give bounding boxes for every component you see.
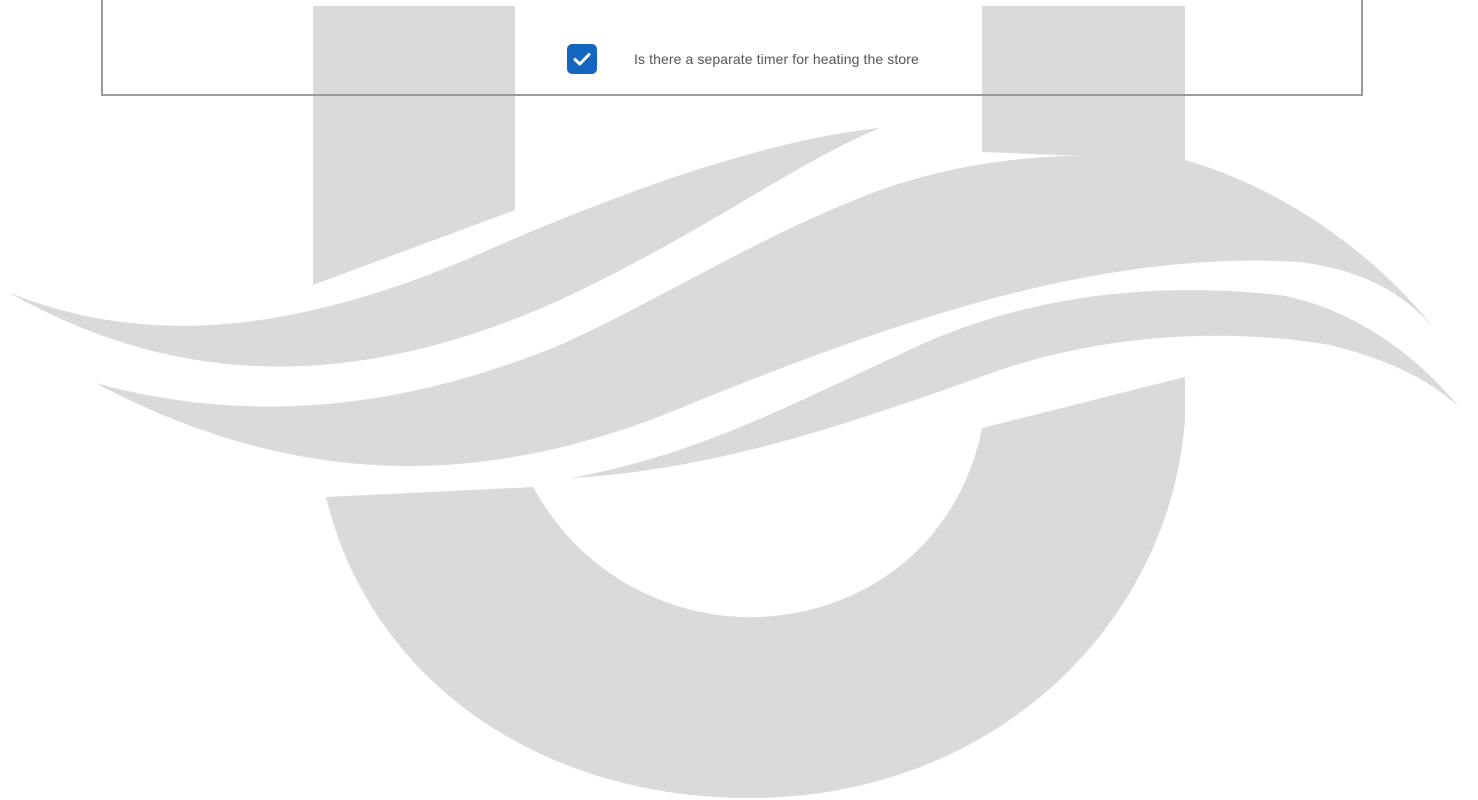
logo-watermark <box>8 6 1460 799</box>
separate-timer-row[interactable]: Is there a separate timer for heating th… <box>567 44 919 74</box>
form-panel: Is there a separate timer for heating th… <box>101 0 1363 96</box>
separate-timer-label: Is there a separate timer for heating th… <box>634 51 919 67</box>
separate-timer-checkbox[interactable] <box>567 44 597 74</box>
check-icon <box>573 53 591 66</box>
page: Is there a separate timer for heating th… <box>0 0 1478 800</box>
